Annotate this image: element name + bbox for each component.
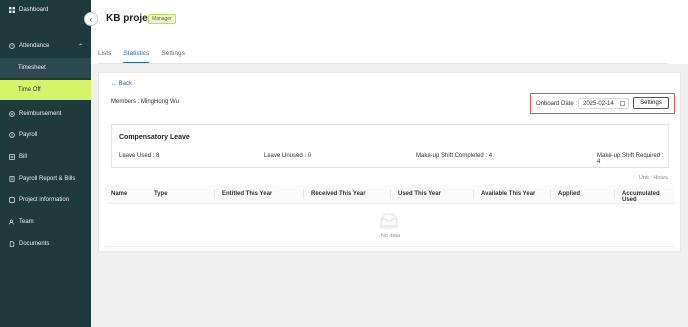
bill-icon bbox=[9, 154, 15, 160]
members-label: Members : MingHong Wu bbox=[111, 99, 179, 105]
onboard-date-label: Onboard Date : bbox=[536, 101, 578, 107]
column-header: Type bbox=[154, 191, 168, 197]
makeup-completed-stat: Make-up Shift Completed : 4 bbox=[416, 153, 493, 159]
onboard-date-group: Onboard Date : 2025-02-14 Settings bbox=[530, 93, 675, 114]
report-icon bbox=[9, 176, 15, 182]
column-header: Entitled This Year bbox=[213, 189, 273, 199]
sidebar-item-label: Attendance bbox=[19, 43, 50, 49]
tab-settings[interactable]: Settings bbox=[161, 50, 185, 63]
sidebar-item-label: Project information bbox=[19, 197, 70, 203]
clock-icon bbox=[9, 43, 15, 49]
table-header: Name Type Entitled This Year Received Th… bbox=[106, 185, 675, 204]
sidebar: Dashboard Attendance ⌃ Timesheet Time Of… bbox=[0, 0, 91, 327]
leave-unused-stat: Leave Unused : 0 bbox=[264, 153, 312, 159]
settings-button[interactable]: Settings bbox=[633, 97, 669, 109]
chevron-up-icon: ⌃ bbox=[77, 43, 83, 50]
tab-lists[interactable]: Lists bbox=[98, 50, 111, 63]
sidebar-item-time-off[interactable]: Time Off bbox=[0, 80, 91, 100]
empty-box-icon bbox=[378, 212, 400, 232]
sidebar-item-payroll-report[interactable]: Payroll Report & Bills bbox=[0, 169, 91, 189]
empty-text: No data bbox=[380, 233, 401, 239]
back-label: Back bbox=[118, 81, 133, 87]
sidebar-item-label: Reimbursement bbox=[19, 111, 62, 117]
dollar-icon bbox=[9, 132, 15, 138]
sidebar-item-reimbursement[interactable]: Reimbursement bbox=[0, 104, 91, 124]
sidebar-item-label: Bill bbox=[19, 154, 28, 160]
tab-bar: Lists Statistics Settings bbox=[98, 50, 197, 63]
sidebar-item-bill[interactable]: Bill bbox=[0, 147, 91, 167]
arrow-left-icon: ← bbox=[111, 81, 117, 87]
grid-icon bbox=[9, 7, 15, 13]
sidebar-item-timesheet[interactable]: Timesheet bbox=[0, 58, 91, 78]
card-title: Compensatory Leave bbox=[119, 134, 190, 141]
sidebar-item-label: Payroll Report & Bills bbox=[19, 176, 76, 182]
table-empty-state: No data bbox=[106, 204, 675, 247]
chevron-left-icon: ‹ bbox=[89, 14, 93, 24]
sidebar-item-label: Timesheet bbox=[18, 65, 46, 71]
unit-label: Unit : Hours bbox=[638, 175, 668, 181]
sidebar-item-payroll[interactable]: Payroll bbox=[0, 125, 91, 145]
folder-icon bbox=[9, 197, 15, 203]
statistics-panel: ← Back Members : MingHong Wu Onboard Dat… bbox=[98, 72, 681, 252]
back-link[interactable]: ← Back bbox=[111, 81, 132, 87]
sidebar-item-label: Dashboard bbox=[19, 7, 49, 13]
sidebar-item-dashboard[interactable]: Dashboard bbox=[0, 0, 91, 20]
tab-statistics[interactable]: Statistics bbox=[123, 50, 150, 63]
role-badge: Manager bbox=[148, 14, 176, 24]
sidebar-collapse-button[interactable]: ‹ bbox=[84, 12, 98, 26]
column-header: Used This Year bbox=[390, 189, 441, 199]
tab-divider bbox=[98, 63, 668, 64]
team-icon bbox=[9, 219, 15, 225]
calendar-icon bbox=[620, 101, 625, 106]
sidebar-item-attendance[interactable]: Attendance ⌃ bbox=[0, 36, 91, 56]
sidebar-item-documents[interactable]: Documents bbox=[0, 234, 91, 254]
leave-table: Name Type Entitled This Year Received Th… bbox=[106, 185, 675, 247]
column-header: Accumulated Used bbox=[614, 189, 675, 203]
onboard-date-value: 2025-02-14 bbox=[583, 101, 614, 107]
coin-icon bbox=[9, 111, 15, 117]
document-icon bbox=[9, 241, 15, 247]
sidebar-item-team[interactable]: Team bbox=[0, 212, 91, 232]
makeup-required-stat: Make-up Shift Required : 4 bbox=[597, 153, 664, 165]
compensatory-leave-card: Compensatory Leave Leave Used : 8 Leave … bbox=[111, 124, 669, 168]
sidebar-item-label: Time Off bbox=[18, 87, 41, 93]
column-header: Received This Year bbox=[303, 189, 366, 199]
page-header: KB project Manager Lists Statistics Sett… bbox=[91, 0, 688, 64]
sidebar-item-label: Payroll bbox=[19, 132, 38, 138]
sidebar-item-project-information[interactable]: Project information bbox=[0, 190, 91, 210]
column-header: Applied bbox=[550, 189, 580, 199]
column-header: Name bbox=[111, 191, 128, 197]
sidebar-item-label: Documents bbox=[19, 241, 50, 247]
sidebar-item-label: Team bbox=[19, 219, 34, 225]
onboard-date-input[interactable]: 2025-02-14 bbox=[578, 98, 629, 109]
column-header: Available This Year bbox=[472, 189, 536, 199]
leave-used-stat: Leave Used : 8 bbox=[119, 153, 160, 159]
